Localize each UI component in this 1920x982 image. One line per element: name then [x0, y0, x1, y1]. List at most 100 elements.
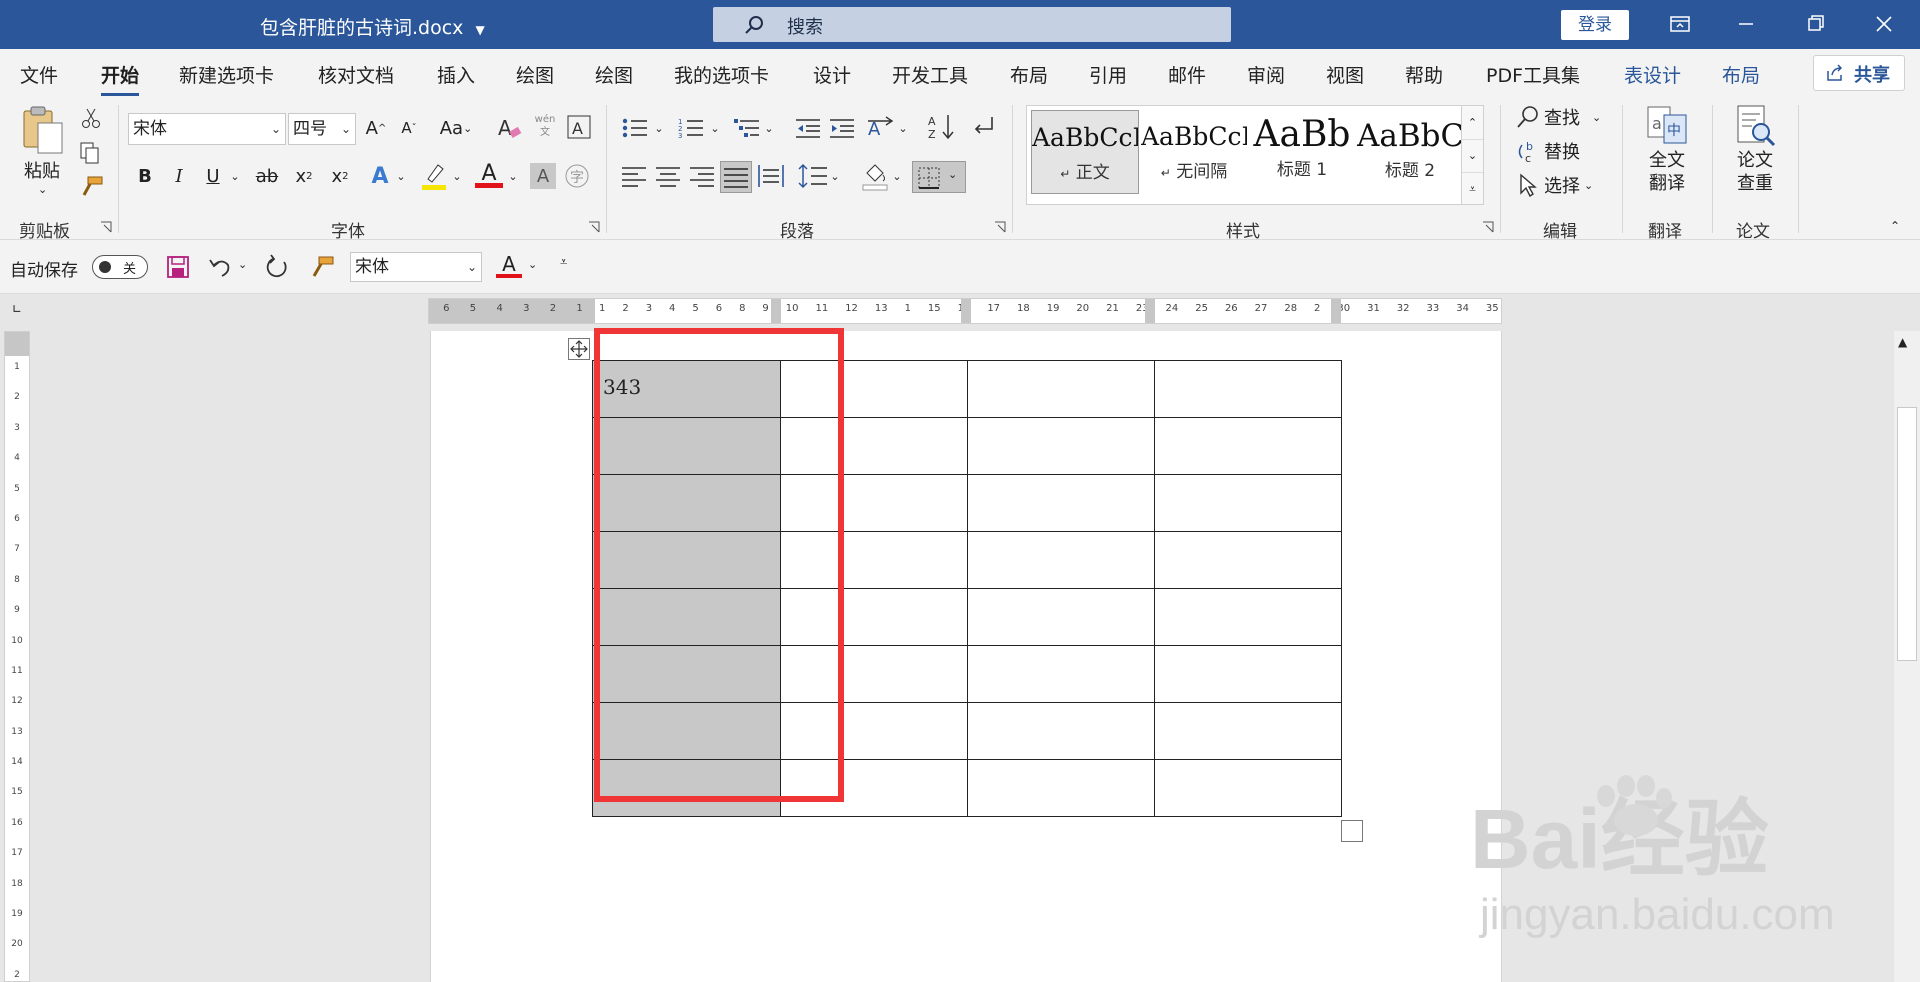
decrease-indent-icon[interactable]: [796, 117, 820, 139]
justify-button[interactable]: [720, 161, 752, 193]
tab-proofread[interactable]: 核对文档: [318, 61, 394, 88]
full-translate-button[interactable]: a 中 全文 翻译: [1634, 103, 1700, 207]
numbering-dropdown-icon[interactable]: ⌄: [708, 113, 722, 143]
character-border-icon[interactable]: A: [566, 114, 592, 140]
table-cell[interactable]: [1154, 417, 1342, 475]
tab-layout[interactable]: 布局: [1010, 61, 1048, 88]
text-effects-icon[interactable]: A: [366, 161, 394, 191]
tab-table-layout[interactable]: 布局: [1722, 61, 1760, 88]
subscript-icon[interactable]: x2: [290, 161, 318, 191]
borders-dropdown-icon[interactable]: ⌄: [948, 168, 957, 181]
table-cell[interactable]: [1154, 702, 1342, 760]
underline-dropdown-icon[interactable]: ⌄: [228, 161, 242, 191]
phonetic-guide-button[interactable]: wén 文: [534, 113, 556, 139]
tab-mailings[interactable]: 邮件: [1168, 61, 1206, 88]
redo-icon[interactable]: [264, 254, 290, 280]
more-styles-icon[interactable]: ⩡: [1462, 172, 1483, 205]
text-effects-dropdown-icon[interactable]: ⌄: [394, 161, 408, 191]
tab-home[interactable]: 开始: [101, 61, 140, 96]
tab-developer[interactable]: 开发工具: [892, 61, 968, 88]
line-spacing-icon[interactable]: [798, 163, 828, 189]
qat-font-color-icon[interactable]: A: [496, 252, 522, 282]
font-color-dropdown-icon[interactable]: ⌄: [506, 161, 520, 191]
tab-review[interactable]: 审阅: [1247, 61, 1285, 88]
grow-font-icon[interactable]: A ^: [362, 114, 390, 142]
align-left-icon[interactable]: [622, 165, 646, 187]
tab-my-tab[interactable]: 我的选项卡: [674, 61, 769, 88]
bold-icon[interactable]: B: [132, 161, 158, 191]
table-cell[interactable]: [967, 417, 1155, 475]
chinese-layout-icon[interactable]: A: [866, 115, 894, 141]
column-marker[interactable]: [1145, 299, 1155, 323]
tab-pdf-tools[interactable]: PDF工具集: [1486, 61, 1580, 88]
style-heading-2[interactable]: AaBbC 标题 2: [1357, 110, 1463, 192]
format-painter-icon[interactable]: [308, 254, 336, 280]
italic-icon[interactable]: I: [166, 161, 192, 191]
table-cell[interactable]: [1154, 360, 1342, 418]
find-dropdown-icon[interactable]: ⌄: [1592, 111, 1601, 124]
paste-dropdown-icon[interactable]: ⌄: [38, 183, 74, 196]
table-cell[interactable]: [967, 474, 1155, 532]
sort-icon[interactable]: A Z: [928, 113, 956, 141]
table-cell[interactable]: [1154, 645, 1342, 703]
customize-qat-icon[interactable]: ⩡: [560, 255, 567, 270]
minimize-icon[interactable]: [1726, 10, 1766, 38]
style-heading-1[interactable]: AaBb 标题 1: [1249, 110, 1355, 192]
chinese-layout-dropdown-icon[interactable]: ⌄: [896, 113, 910, 143]
change-case-button[interactable]: Aa ⌄: [434, 114, 478, 142]
shading-dropdown-icon[interactable]: ⌄: [890, 161, 904, 191]
search-box[interactable]: 搜索: [713, 7, 1231, 42]
shading-icon[interactable]: [862, 161, 888, 191]
tab-help[interactable]: 帮助: [1405, 61, 1443, 88]
table-cell[interactable]: [967, 645, 1155, 703]
table-cell[interactable]: [1154, 588, 1342, 646]
select-dropdown-icon[interactable]: ⌄: [1584, 179, 1593, 192]
paste-button[interactable]: 粘贴 ⌄: [18, 105, 74, 205]
table-cell[interactable]: [967, 702, 1155, 760]
superscript-icon[interactable]: x2: [326, 161, 354, 191]
copy-icon[interactable]: [78, 141, 102, 165]
multilevel-list-icon[interactable]: [734, 117, 760, 139]
table-cell[interactable]: [1154, 474, 1342, 532]
scroll-thumb[interactable]: [1897, 407, 1917, 661]
save-icon[interactable]: [166, 255, 190, 279]
restore-icon[interactable]: [1796, 10, 1836, 38]
autosave-toggle[interactable]: 关: [92, 255, 148, 279]
tab-draw-1[interactable]: 绘图: [516, 61, 554, 88]
tab-file[interactable]: 文件: [20, 61, 58, 88]
font-color-icon[interactable]: A: [475, 161, 503, 191]
share-button[interactable]: 共享: [1813, 55, 1905, 91]
enclose-characters-icon[interactable]: 字: [564, 163, 590, 189]
qat-font-combo[interactable]: 宋体 ⌄: [350, 252, 482, 282]
tab-draw-2[interactable]: 绘图: [595, 61, 633, 88]
undo-icon[interactable]: [208, 255, 232, 279]
font-color-dropdown-icon[interactable]: ⌄: [528, 258, 537, 271]
clipboard-launcher-icon[interactable]: [100, 221, 112, 233]
strikethrough-icon[interactable]: ab: [252, 161, 282, 191]
find-button[interactable]: 查找 ⌄: [1516, 103, 1601, 131]
show-formatting-icon[interactable]: [970, 115, 996, 139]
table-cell[interactable]: [967, 588, 1155, 646]
bullets-dropdown-icon[interactable]: ⌄: [652, 113, 666, 143]
table-cell[interactable]: [1154, 759, 1342, 817]
shrink-font-icon[interactable]: Aˇ: [395, 114, 423, 142]
scroll-up-icon[interactable]: ⌃: [1462, 106, 1483, 139]
scroll-down-icon[interactable]: ⌄: [1462, 139, 1483, 172]
horizontal-ruler[interactable]: 654321 123456891011121311516171819202123…: [428, 298, 1502, 324]
close-icon[interactable]: [1864, 10, 1904, 38]
tab-new-tab[interactable]: 新建选项卡: [179, 61, 274, 88]
tab-insert[interactable]: 插入: [437, 61, 475, 88]
table-cell[interactable]: [967, 759, 1155, 817]
character-shading-icon[interactable]: A: [530, 163, 556, 189]
styles-launcher-icon[interactable]: [1482, 221, 1494, 233]
font-size-combo[interactable]: 四号 ⌄: [288, 113, 356, 145]
line-spacing-dropdown-icon[interactable]: ⌄: [828, 161, 842, 191]
column-marker[interactable]: [1331, 299, 1341, 323]
style-no-spacing[interactable]: AaBbCcI ↵ 无间隔: [1141, 110, 1247, 192]
style-normal[interactable]: AaBbCcI ↵ 正文: [1031, 110, 1139, 194]
undo-dropdown-icon[interactable]: ⌄: [238, 258, 247, 271]
document-title[interactable]: 包含肝脏的古诗词.docx ▼: [260, 13, 485, 40]
underline-icon[interactable]: U: [200, 161, 226, 191]
vertical-ruler[interactable]: 1 2 3 4 5 6 7 8 9 10 11 12 13 14 15 16 17 18 19 20 2: [4, 331, 30, 982]
paper-check-button[interactable]: 论文 查重: [1722, 103, 1788, 207]
